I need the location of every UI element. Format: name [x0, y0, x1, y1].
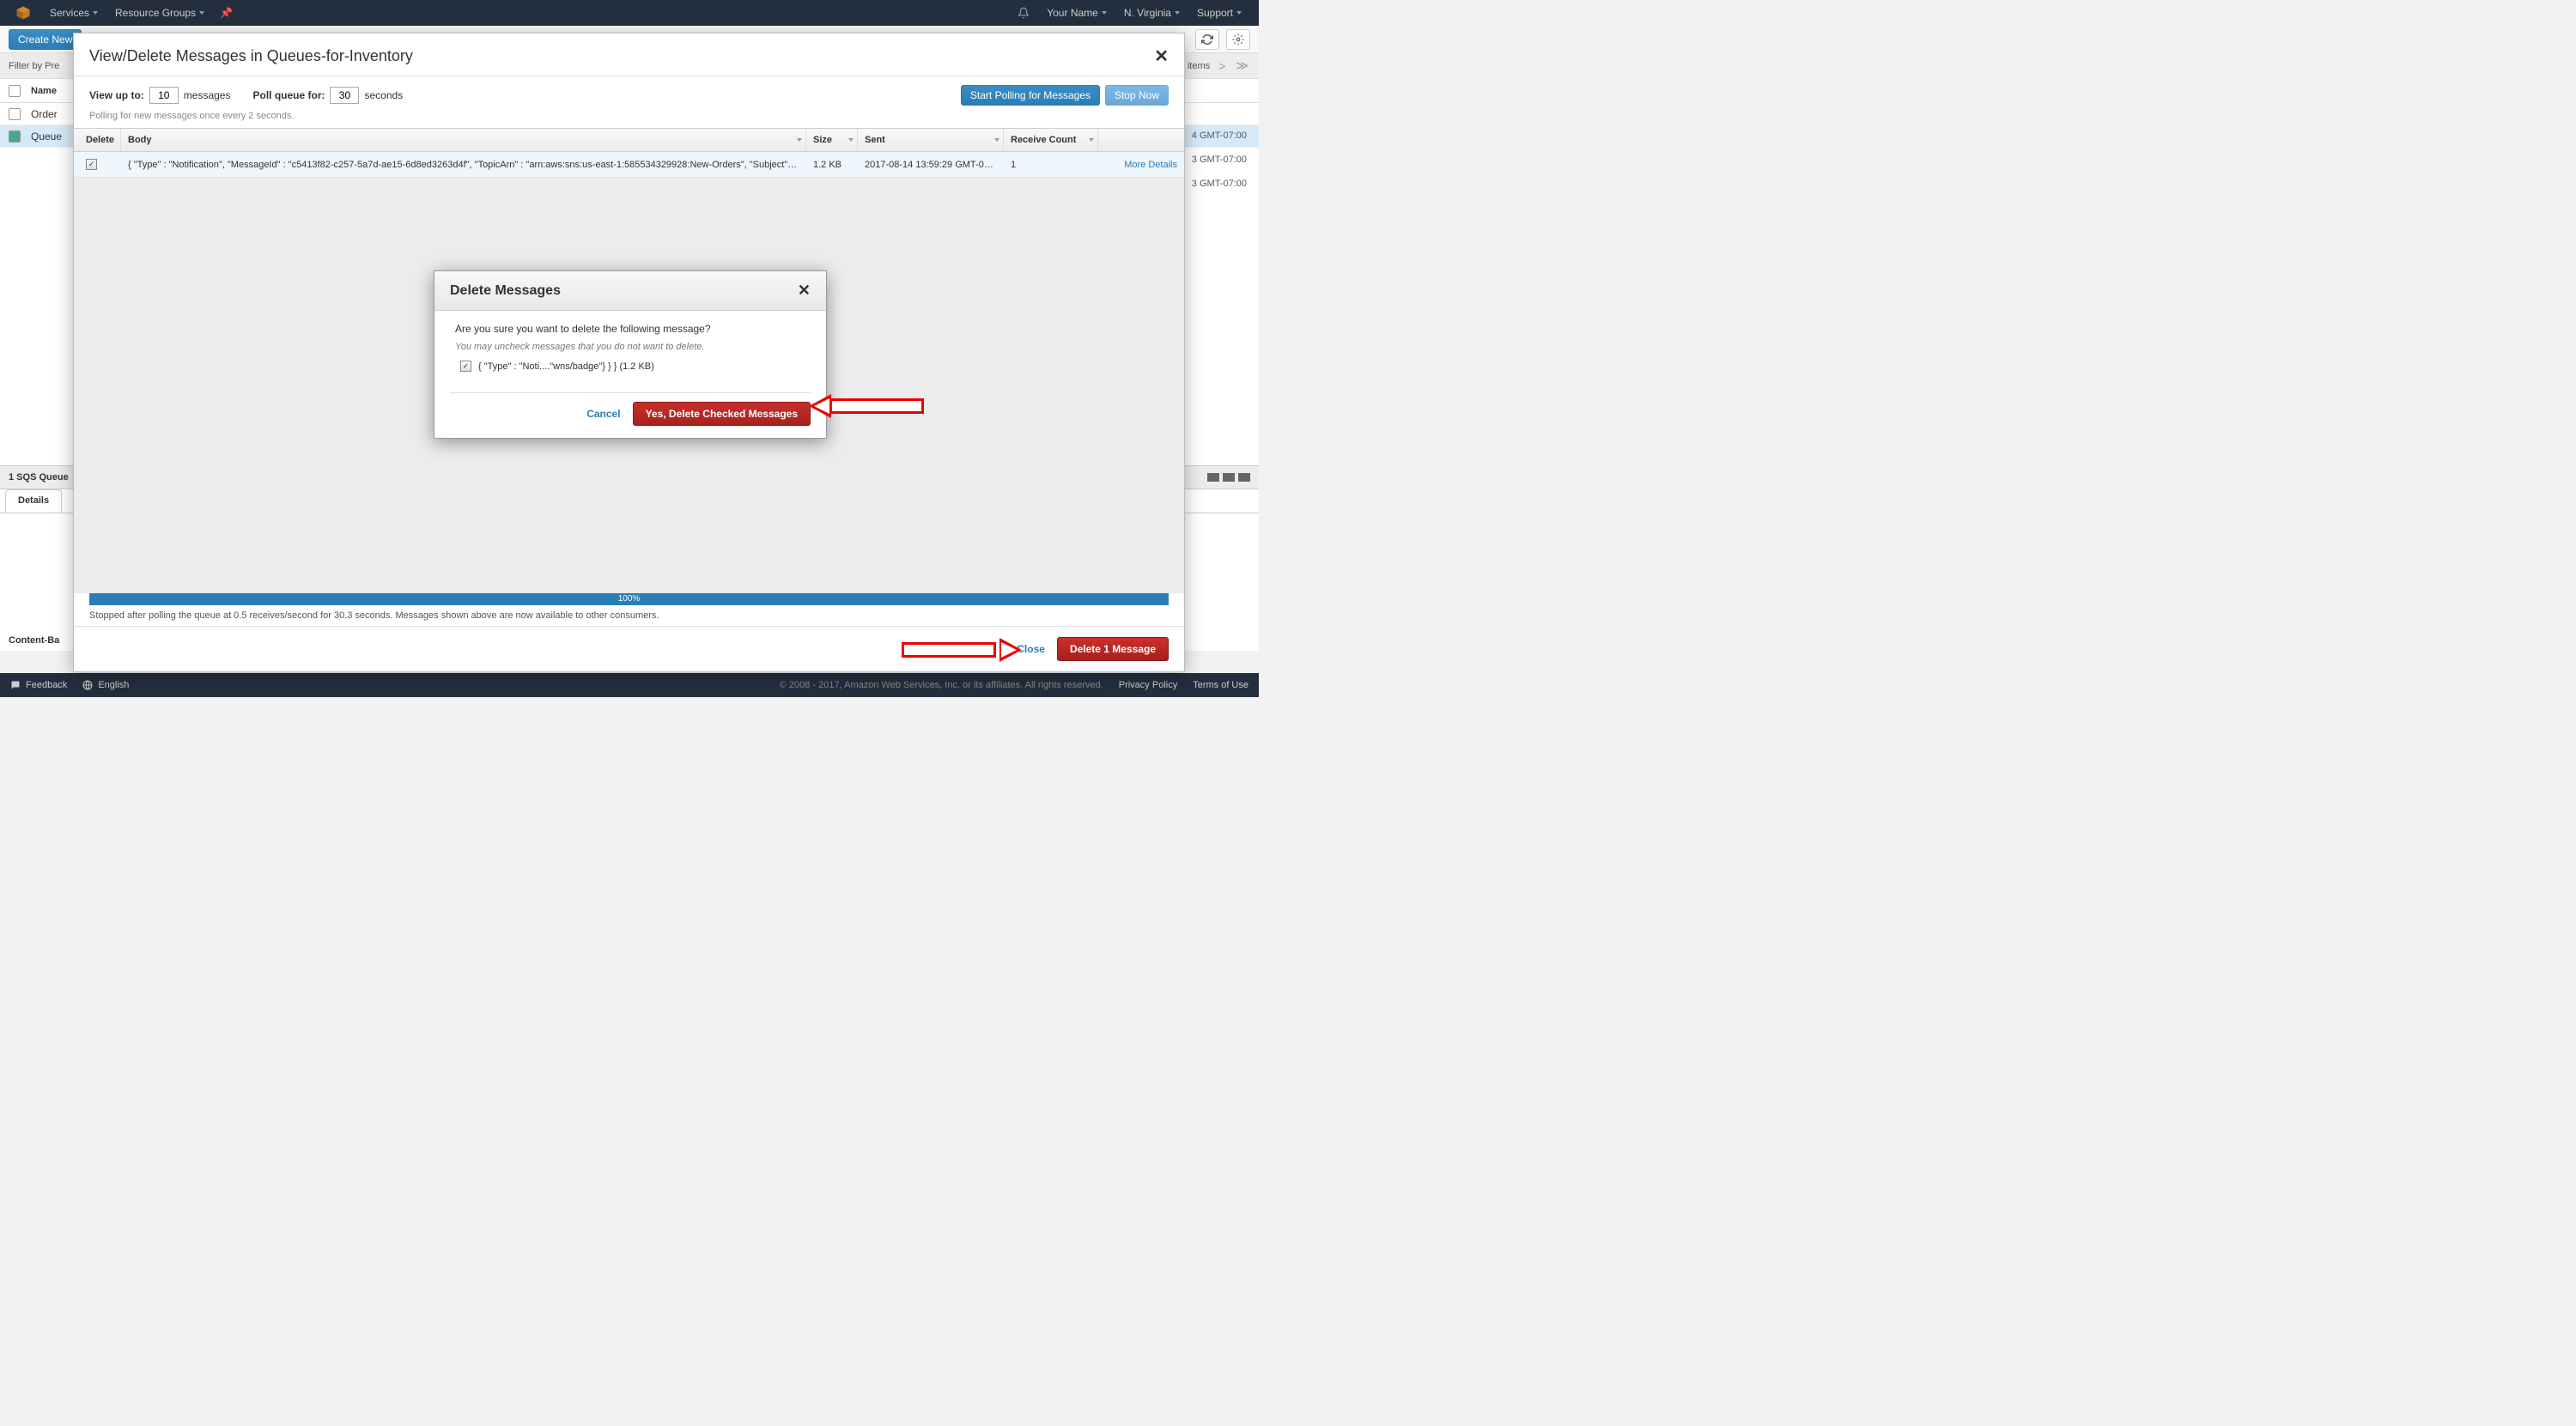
cancel-button[interactable]: Cancel — [586, 408, 620, 420]
message-sent: 2017-08-14 13:59:29 GMT-07:00 — [858, 160, 1004, 170]
row-checkbox[interactable] — [9, 130, 21, 143]
message-checkbox[interactable]: ✓ — [86, 159, 97, 170]
copyright: © 2008 - 2017, Amazon Web Services, Inc.… — [780, 680, 1103, 690]
notifications-icon[interactable] — [1009, 7, 1038, 19]
queue-name: Order — [31, 108, 58, 120]
message-table-header: Delete Body Size Sent Receive Count — [74, 128, 1184, 152]
poll-for-label: Poll queue for: — [252, 89, 325, 101]
filter-label: Filter by Pre — [9, 61, 59, 71]
view-mode-icon[interactable] — [1207, 473, 1219, 482]
row-checkbox[interactable] — [9, 108, 21, 120]
feedback-link[interactable]: Feedback — [10, 680, 67, 690]
sort-icon — [797, 138, 802, 142]
message-row[interactable]: ✓ { "Type" : "Notification", "MessageId"… — [74, 152, 1184, 178]
view-up-to-input[interactable] — [149, 87, 179, 104]
col-receive-count[interactable]: Receive Count — [1004, 129, 1098, 151]
poll-note: Polling for new messages once every 2 se… — [74, 111, 1184, 128]
progress-note: Stopped after polling the queue at 0.5 r… — [74, 605, 1184, 626]
timestamp-column: 4 GMT-07:00 3 GMT-07:00 3 GMT-07:00 — [1192, 124, 1247, 196]
create-new-button[interactable]: Create New — [9, 29, 82, 50]
terms-link[interactable]: Terms of Use — [1193, 680, 1249, 690]
privacy-link[interactable]: Privacy Policy — [1119, 680, 1177, 690]
close-button[interactable]: Close — [1017, 643, 1045, 655]
view-mode-icon[interactable] — [1223, 473, 1235, 482]
sort-icon — [848, 138, 854, 142]
stop-now-button[interactable]: Stop Now — [1105, 85, 1169, 106]
col-size[interactable]: Size — [806, 129, 858, 151]
settings-button[interactable] — [1226, 29, 1250, 50]
close-icon[interactable]: ✕ — [798, 282, 811, 300]
caret-down-icon — [1102, 11, 1107, 15]
poll-for-input[interactable] — [330, 87, 359, 104]
confirm-hint: You may uncheck messages that you do not… — [455, 342, 805, 352]
view-mode-icon[interactable] — [1238, 473, 1250, 482]
caret-down-icon — [93, 11, 98, 15]
more-details-link[interactable]: More Details — [1124, 160, 1177, 170]
modal-title: View/Delete Messages in Queues-for-Inven… — [89, 47, 413, 65]
col-name[interactable]: Name — [31, 86, 57, 96]
aws-logo-icon — [15, 5, 31, 21]
nav-resource-groups[interactable]: Resource Groups — [106, 7, 213, 19]
progress-bar: 100% — [89, 593, 1169, 605]
content-based-label: Content-Ba — [9, 635, 59, 646]
caret-down-icon — [199, 11, 204, 15]
sort-icon — [1089, 138, 1094, 142]
col-more — [1098, 129, 1184, 151]
nav-region[interactable]: N. Virginia — [1115, 7, 1188, 19]
caret-down-icon — [1175, 11, 1180, 15]
page-last-icon[interactable]: ≫ — [1234, 58, 1250, 73]
confirm-message-preview: { "Type" : "Noti...."wns/badge"} } } (1.… — [478, 361, 654, 372]
top-nav: Services Resource Groups 📌 Your Name N. … — [0, 0, 1259, 26]
confirm-question: Are you sure you want to delete the foll… — [455, 323, 805, 335]
close-icon[interactable]: ✕ — [1154, 46, 1169, 67]
confirm-message-checkbox[interactable]: ✓ — [460, 361, 471, 372]
confirm-delete-button[interactable]: Yes, Delete Checked Messages — [633, 402, 811, 426]
col-sent[interactable]: Sent — [858, 129, 1004, 151]
message-size: 1.2 KB — [806, 160, 858, 170]
page-next-icon[interactable]: > — [1217, 59, 1227, 73]
tab-details[interactable]: Details — [5, 489, 62, 513]
confirm-delete-modal: Delete Messages ✕ Are you sure you want … — [434, 270, 827, 439]
pin-icon[interactable]: 📌 — [220, 7, 233, 19]
view-up-to-label: View up to: — [89, 89, 144, 101]
sort-icon — [994, 138, 999, 142]
footer: Feedback English © 2008 - 2017, Amazon W… — [0, 673, 1259, 697]
message-body: { "Type" : "Notification", "MessageId" :… — [121, 160, 806, 170]
message-receive-count: 1 — [1004, 160, 1098, 170]
queue-name: Queue — [31, 130, 62, 143]
start-polling-button[interactable]: Start Polling for Messages — [961, 85, 1100, 106]
caret-down-icon — [1236, 11, 1242, 15]
nav-support[interactable]: Support — [1188, 7, 1250, 19]
nav-services[interactable]: Services — [41, 7, 106, 19]
refresh-button[interactable] — [1195, 29, 1219, 50]
delete-message-button[interactable]: Delete 1 Message — [1057, 637, 1169, 661]
confirm-title: Delete Messages — [450, 283, 561, 299]
col-delete[interactable]: Delete — [74, 129, 121, 151]
language-link[interactable]: English — [82, 680, 129, 690]
col-body[interactable]: Body — [121, 129, 806, 151]
select-all-checkbox[interactable] — [9, 85, 21, 97]
nav-user[interactable]: Your Name — [1038, 7, 1115, 19]
